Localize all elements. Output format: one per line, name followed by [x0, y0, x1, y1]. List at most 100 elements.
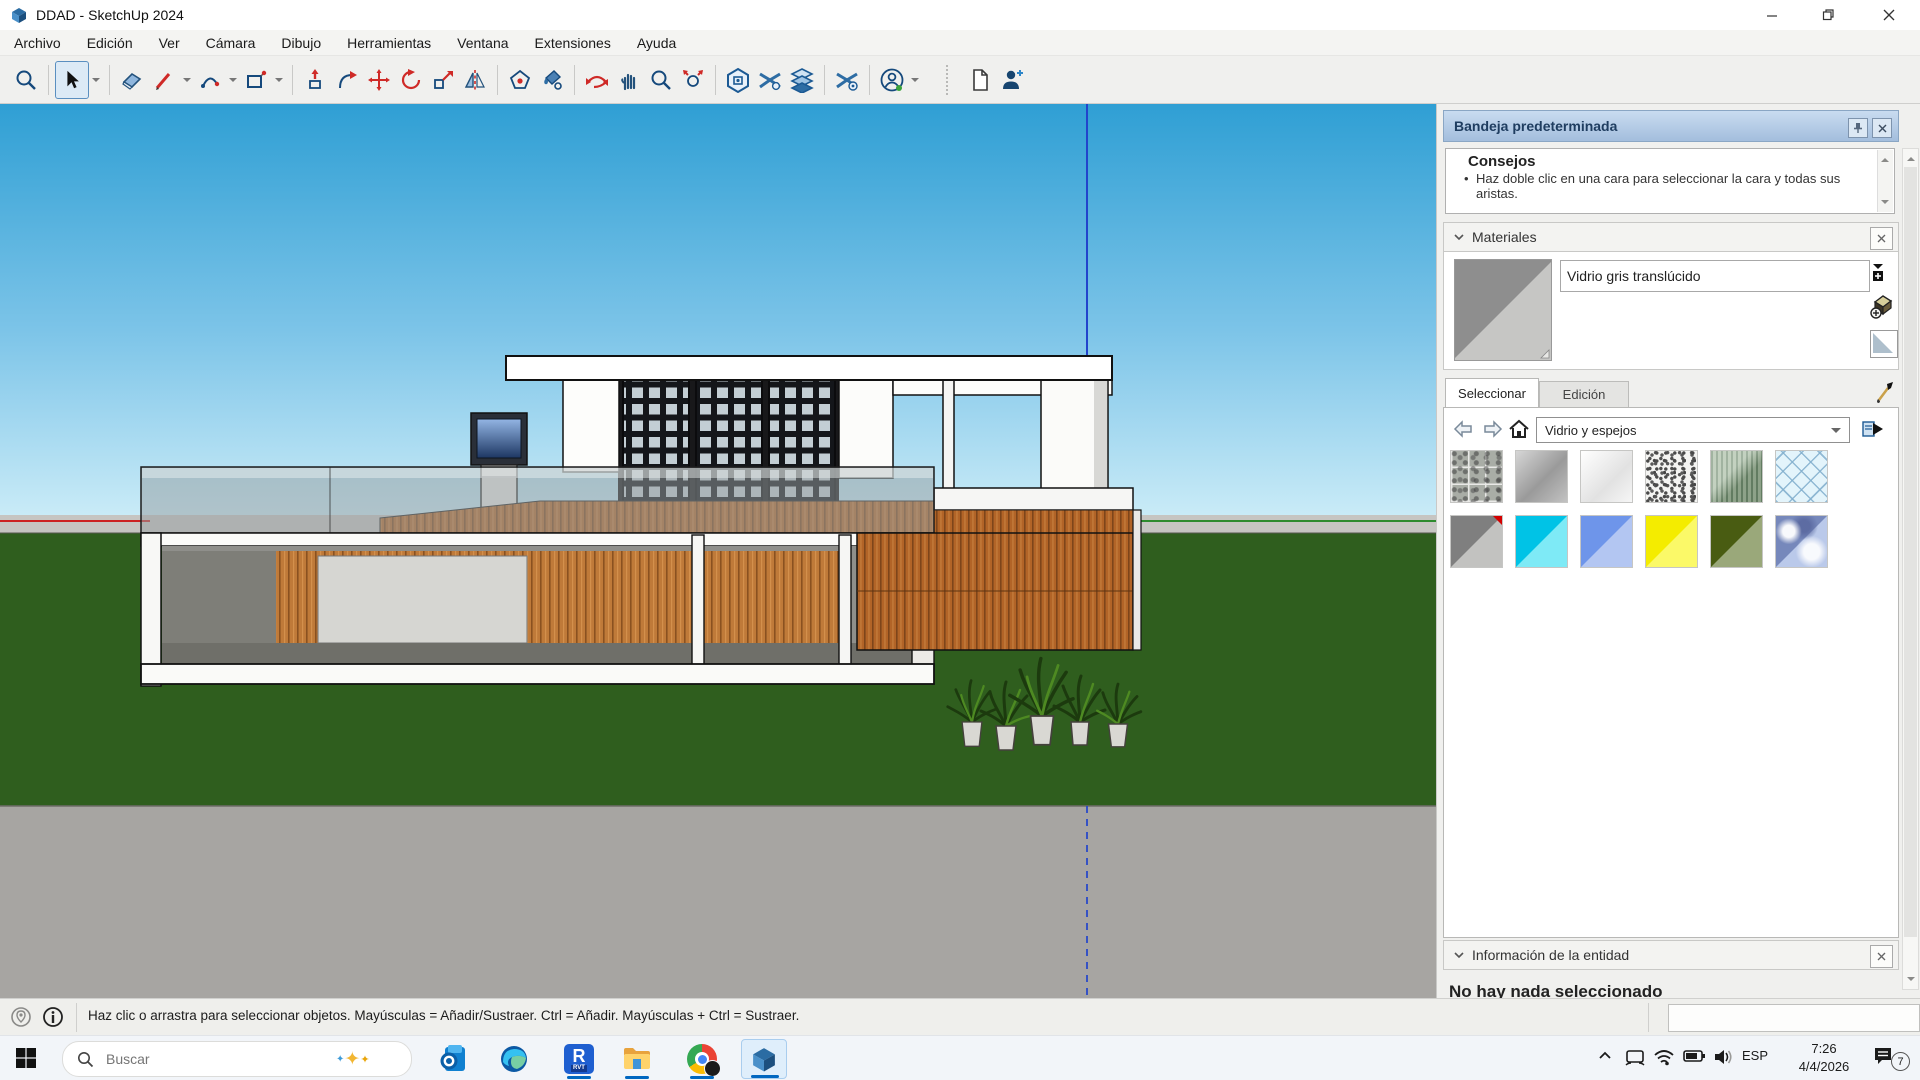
create-material-button[interactable] — [1870, 294, 1894, 325]
taskbar-app-outlook[interactable] — [433, 1039, 473, 1079]
line-tool-button[interactable] — [148, 62, 180, 98]
paint-bucket-tool-button[interactable] — [536, 62, 568, 98]
search-input[interactable] — [104, 1050, 308, 1068]
taskbar-app-revit[interactable]: R RVT — [559, 1039, 599, 1079]
tags-button[interactable] — [786, 62, 818, 98]
tray-title-bar[interactable]: Bandeja predeterminada — [1443, 110, 1899, 142]
material-swatch[interactable] — [1450, 450, 1503, 503]
tray-close-button[interactable] — [1872, 118, 1892, 138]
zoom-window-tool-button[interactable] — [10, 62, 42, 98]
add-collaborator-button[interactable] — [996, 62, 1028, 98]
taskbar-app-sketchup[interactable] — [741, 1039, 787, 1079]
3d-warehouse-button[interactable] — [722, 62, 754, 98]
tab-seleccionar[interactable]: Seleccionar — [1445, 378, 1539, 407]
select-tool-dropdown[interactable] — [89, 62, 103, 98]
material-swatch[interactable] — [1710, 515, 1763, 568]
material-swatch[interactable] — [1515, 515, 1568, 568]
secondary-pane-button[interactable] — [1870, 262, 1886, 289]
taskbar-search[interactable]: ✦ ✦ ✦ — [62, 1041, 412, 1077]
rectangle-tool-dropdown[interactable] — [272, 62, 286, 98]
restore-button[interactable] — [1805, 0, 1851, 30]
toolbar-grip-handle[interactable] — [946, 65, 956, 95]
menu-archivo[interactable]: Archivo — [14, 32, 75, 54]
collection-details-button[interactable] — [1860, 417, 1886, 443]
material-preview-thumbnail[interactable] — [1454, 259, 1552, 361]
push-pull-tool-button[interactable] — [299, 62, 331, 98]
extension-manager-button[interactable] — [831, 62, 863, 98]
menu-extensiones[interactable]: Extensiones — [535, 32, 625, 54]
help-info-button[interactable] — [42, 1006, 64, 1033]
offset-tool-button[interactable] — [504, 62, 536, 98]
wifi-button[interactable] — [1653, 1047, 1675, 1067]
account-button[interactable] — [876, 62, 908, 98]
tray-pin-button[interactable] — [1848, 118, 1868, 138]
material-swatch[interactable] — [1580, 450, 1633, 503]
battery-button[interactable] — [1682, 1047, 1706, 1065]
eraser-tool-button[interactable] — [116, 62, 148, 98]
move-tool-button[interactable] — [363, 62, 395, 98]
menu-ver[interactable]: Ver — [159, 32, 194, 54]
material-swatch[interactable] — [1515, 450, 1568, 503]
geolocation-button[interactable] — [10, 1006, 32, 1033]
account-dropdown[interactable] — [908, 62, 922, 98]
flip-along-icon — [463, 68, 487, 92]
taskbar-app-file-explorer[interactable] — [617, 1039, 657, 1079]
material-name-input[interactable] — [1560, 260, 1870, 292]
entity-info-close-button[interactable] — [1870, 945, 1893, 968]
tips-scrollbar[interactable] — [1877, 150, 1893, 212]
material-swatch[interactable] — [1645, 515, 1698, 568]
close-button[interactable] — [1866, 0, 1912, 30]
rectangle-tool-button[interactable] — [240, 62, 272, 98]
scrollbar-thumb[interactable] — [1904, 167, 1917, 937]
cast-button[interactable] — [1624, 1047, 1646, 1067]
notifications-button[interactable]: 7 — [1872, 1044, 1898, 1075]
taskbar-app-edge[interactable] — [494, 1039, 534, 1079]
materials-section-header[interactable]: Materiales — [1443, 222, 1899, 252]
follow-me-tool-button[interactable] — [331, 62, 363, 98]
modeling-viewport[interactable] — [0, 104, 1436, 998]
materials-close-button[interactable] — [1870, 227, 1893, 250]
zoom-tool-button[interactable] — [645, 62, 677, 98]
menu-ayuda[interactable]: Ayuda — [637, 32, 690, 54]
pan-tool-button[interactable] — [613, 62, 645, 98]
material-swatch[interactable] — [1645, 450, 1698, 503]
line-tool-dropdown[interactable] — [180, 62, 194, 98]
scale-tool-button[interactable] — [427, 62, 459, 98]
menu-herramientas[interactable]: Herramientas — [347, 32, 445, 54]
select-tool-button[interactable] — [55, 61, 89, 99]
rotate-tool-button[interactable] — [395, 62, 427, 98]
material-swatch[interactable] — [1775, 515, 1828, 568]
collection-dropdown[interactable]: Vidrio y espejos — [1536, 417, 1850, 443]
menu-edicion[interactable]: Edición — [87, 32, 147, 54]
home-button[interactable] — [1506, 416, 1532, 442]
tray-overflow-button[interactable] — [1596, 1047, 1614, 1065]
arc-tool-dropdown[interactable] — [226, 62, 240, 98]
default-material-sample[interactable] — [1870, 330, 1898, 358]
menu-camara[interactable]: Cámara — [206, 32, 270, 54]
menu-dibujo[interactable]: Dibujo — [281, 32, 335, 54]
material-swatch[interactable] — [1710, 450, 1763, 503]
volume-button[interactable] — [1712, 1047, 1734, 1067]
material-swatch-selected[interactable] — [1450, 515, 1503, 568]
minimize-button[interactable] — [1749, 0, 1795, 30]
language-indicator[interactable]: ESP — [1742, 1048, 1768, 1063]
entity-info-section-header[interactable]: Información de la entidad — [1443, 940, 1899, 970]
taskbar-app-chrome[interactable] — [682, 1039, 722, 1079]
start-button[interactable] — [14, 1046, 38, 1075]
tab-edicion[interactable]: Edición — [1539, 381, 1629, 407]
menu-ventana[interactable]: Ventana — [457, 32, 522, 54]
material-swatch[interactable] — [1775, 450, 1828, 503]
zoom-extents-tool-button[interactable] — [677, 62, 709, 98]
sample-paint-button[interactable] — [1875, 380, 1895, 409]
new-model-button[interactable] — [964, 62, 996, 98]
back-button[interactable] — [1450, 416, 1476, 442]
tray-scrollbar[interactable] — [1902, 148, 1919, 990]
measurements-input[interactable] — [1668, 1004, 1920, 1032]
forward-button[interactable] — [1480, 416, 1506, 442]
clock[interactable]: 7:26 4/4/2026 — [1786, 1040, 1862, 1076]
orbit-tool-button[interactable] — [581, 62, 613, 98]
extension-warehouse-button[interactable] — [754, 62, 786, 98]
material-swatch[interactable] — [1580, 515, 1633, 568]
arc-tool-button[interactable] — [194, 62, 226, 98]
flip-along-tool-button[interactable] — [459, 62, 491, 98]
